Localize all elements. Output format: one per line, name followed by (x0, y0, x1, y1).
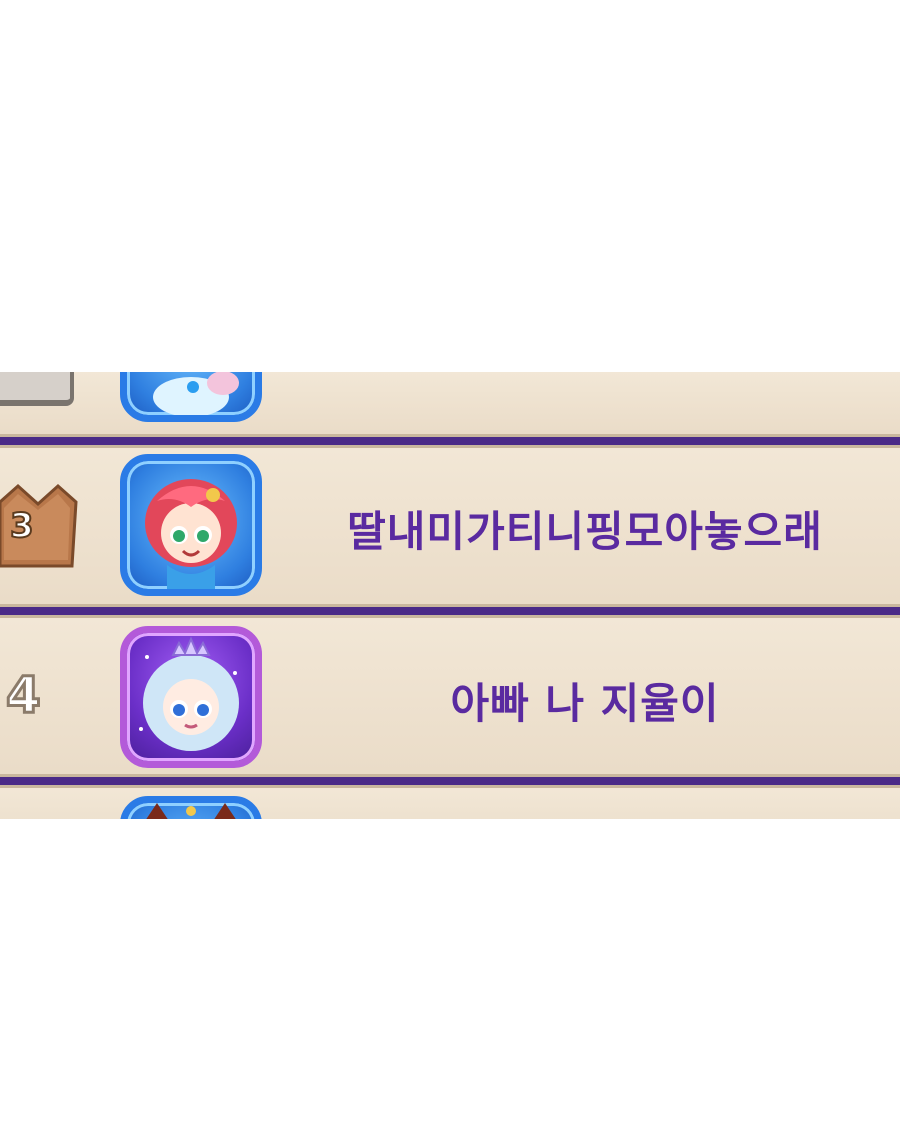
red-haired-mermaid-avatar-icon (120, 454, 262, 596)
row-divider (0, 604, 900, 618)
silver-rank-badge-icon (0, 372, 74, 406)
leaderboard-row[interactable]: 3 딸내미가티니핑모아놓으래 (0, 448, 900, 604)
blue-character-avatar-icon (120, 372, 262, 422)
princess-tiara-avatar-icon (120, 626, 262, 768)
leaderboard-row[interactable] (0, 788, 900, 819)
leaderboard-row[interactable]: 4 아빠 나 지율이 (0, 618, 900, 774)
blue-cat-avatar-icon (120, 796, 262, 819)
row-divider (0, 434, 900, 448)
player-name: 아빠 나 지율이 (450, 679, 720, 728)
row-divider (0, 774, 900, 788)
rank-number: 4 (5, 665, 43, 726)
leaderboard-list: 3 딸내미가티니핑모아놓으래 4 아빠 나 지율이 (0, 372, 900, 819)
leaderboard-row[interactable] (0, 372, 900, 434)
player-name: 딸내미가티니핑모아놓으래 (347, 507, 823, 556)
rank-number: 3 (9, 505, 35, 547)
bronze-crown-icon: 3 (0, 478, 80, 574)
